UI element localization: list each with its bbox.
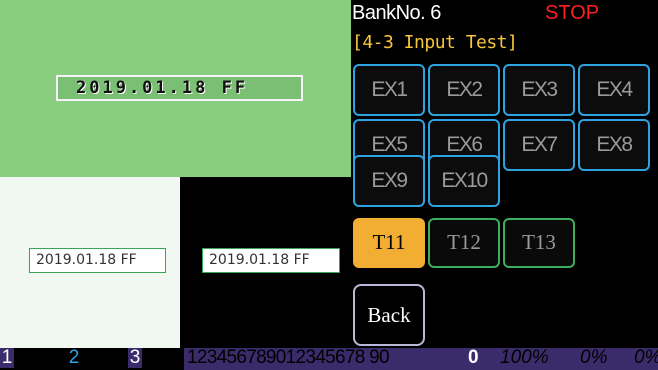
status-slot-2: 2 bbox=[57, 348, 117, 370]
slot-1-number: 1 bbox=[0, 347, 14, 368]
zero-percent-2: 0% bbox=[634, 347, 658, 368]
t12-button[interactable]: T12 bbox=[428, 218, 500, 268]
status-slot-1: 1 bbox=[0, 348, 57, 370]
ex7-button[interactable]: EX7 bbox=[503, 119, 575, 171]
pixel-date-label: 2019.01.18 FF bbox=[56, 75, 303, 101]
date-label-white: 2019.01.18 FF bbox=[29, 248, 166, 273]
slot-3-number: 3 bbox=[128, 347, 142, 368]
status-slot-3: 3 bbox=[117, 348, 184, 370]
ex1-button[interactable]: EX1 bbox=[353, 64, 425, 116]
ex8-button[interactable]: EX8 bbox=[578, 119, 650, 171]
screen-title: [4-3 Input Test] bbox=[352, 32, 518, 53]
slot-2-number: 2 bbox=[68, 347, 80, 368]
bank-number-label: BankNo. 6 bbox=[352, 2, 441, 24]
t13-button[interactable]: T13 bbox=[503, 218, 575, 268]
count-value: 0 bbox=[468, 347, 479, 368]
ex9-button[interactable]: EX9 bbox=[353, 155, 425, 207]
percent-value: 100% bbox=[500, 347, 549, 368]
date-label-black: 2019.01.18 FF bbox=[202, 248, 340, 273]
sequence-readout: 123456789012345678 90 bbox=[184, 348, 448, 370]
preview-panel-green: 2019.01.18 FF bbox=[0, 0, 351, 177]
ex2-button[interactable]: EX2 bbox=[428, 64, 500, 116]
status-bar: 1 2 3 123456789012345678 90 0 100% 0% 0% bbox=[0, 348, 658, 370]
back-button[interactable]: Back bbox=[353, 284, 425, 346]
status-label: STOP bbox=[545, 2, 600, 24]
value-readout: 0 100% 0% 0% bbox=[448, 348, 658, 370]
zero-percent-1: 0% bbox=[580, 347, 608, 368]
ex3-button[interactable]: EX3 bbox=[503, 64, 575, 116]
t11-button[interactable]: T11 bbox=[353, 218, 425, 268]
ex4-button[interactable]: EX4 bbox=[578, 64, 650, 116]
preview-panel-black: 2019.01.18 FF bbox=[180, 177, 351, 348]
ex10-button[interactable]: EX10 bbox=[428, 155, 500, 207]
preview-panel-white: 2019.01.18 FF bbox=[0, 177, 180, 348]
